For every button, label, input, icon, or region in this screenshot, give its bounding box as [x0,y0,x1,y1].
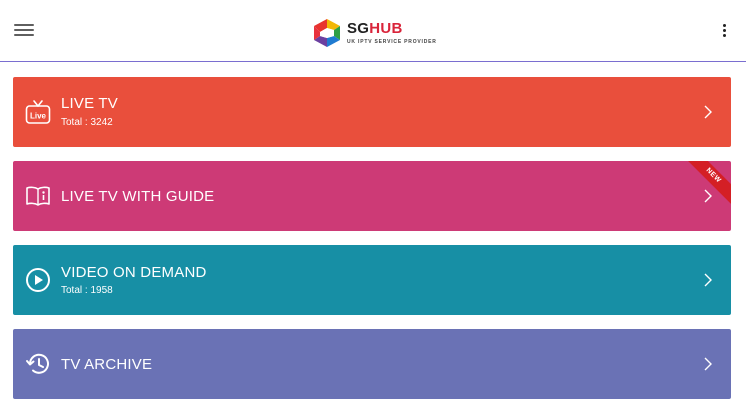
sghub-logo-mark-icon [314,19,340,47]
menu-card-title: TV ARCHIVE [61,356,153,373]
menu-card-live-tv-guide[interactable]: LIVE TV WITH GUIDE NEW [13,161,731,231]
menu-card-tv-archive[interactable]: TV ARCHIVE [13,329,731,399]
book-icon [26,186,50,206]
hamburger-menu-icon[interactable] [14,24,34,40]
chevron-right-icon [704,105,712,119]
menu-card-live-tv[interactable]: Live LIVE TV Total : 3242 [13,77,731,147]
chevron-right-icon [704,357,712,371]
menu-card-title: LIVE TV WITH GUIDE [61,188,215,205]
brand-name: SGHUB [347,20,403,37]
menu-card-subtitle: Total : 1958 [61,285,113,296]
overflow-menu-icon[interactable] [720,24,728,40]
menu-card-video-on-demand[interactable]: VIDEO ON DEMAND Total : 1958 [13,245,731,315]
brand-tagline: UK IPTV SERVICE PROVIDER [347,39,437,45]
chevron-right-icon [704,273,712,287]
menu-card-subtitle: Total : 3242 [61,117,113,128]
history-icon [26,353,49,374]
svg-text:Live: Live [30,112,47,121]
app-bar: SGHUB UK IPTV SERVICE PROVIDER [0,0,746,62]
menu-card-title: VIDEO ON DEMAND [61,264,207,281]
menu-card-title: LIVE TV [61,95,118,112]
play-circle-icon [26,268,50,292]
app-logo: SGHUB UK IPTV SERVICE PROVIDER [310,16,437,50]
chevron-right-icon [704,189,712,203]
live-tv-icon: Live [25,100,51,124]
